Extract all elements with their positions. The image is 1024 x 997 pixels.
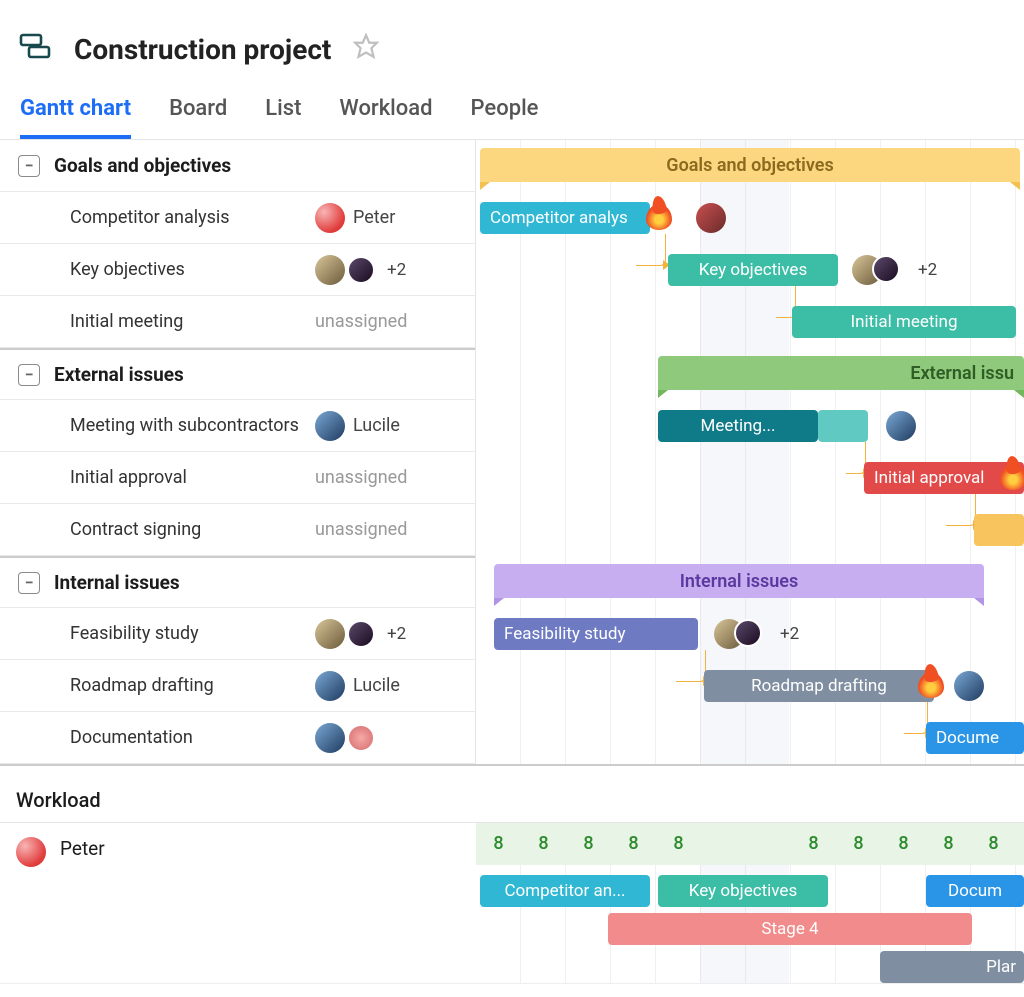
workload-row: Peter 8 8 8 8 8 8 8 8 8 8 Competitor an.… (0, 823, 1024, 984)
star-icon[interactable] (353, 33, 379, 65)
avatar (734, 619, 762, 647)
avatar (315, 411, 345, 441)
task-name: Initial approval (0, 467, 315, 488)
assignee[interactable] (315, 723, 475, 753)
workload-bar[interactable]: Key objectives (658, 875, 828, 907)
assignee[interactable]: Lucile (315, 411, 475, 441)
avatar (16, 837, 46, 867)
tab-workload[interactable]: Workload (339, 96, 432, 139)
collapse-icon[interactable]: − (18, 572, 40, 594)
tab-list[interactable]: List (265, 96, 301, 139)
project-title: Construction project (74, 33, 331, 66)
workload-bar[interactable]: Docum (926, 875, 1024, 907)
task-row[interactable]: Competitor analysis Peter (0, 192, 475, 244)
view-tabs: Gantt chart Board List Workload People (0, 78, 1024, 140)
workload-bar[interactable]: Plar (880, 951, 1024, 983)
tab-people[interactable]: People (471, 96, 539, 139)
group-external[interactable]: − External issues (0, 348, 475, 400)
assignee[interactable]: Lucile (315, 671, 475, 701)
avatar (315, 619, 345, 649)
fire-icon (646, 204, 672, 230)
collapse-icon[interactable]: − (18, 364, 40, 386)
task-row[interactable]: Initial meeting unassigned (0, 296, 475, 348)
group-bar-internal[interactable]: Internal issues (494, 564, 984, 598)
avatar (696, 203, 726, 233)
avatar (347, 620, 375, 648)
avatar (315, 203, 345, 233)
group-bar-external[interactable]: External issu (658, 356, 1024, 390)
workload-bar[interactable]: Stage 4 (608, 913, 972, 945)
more-count: +2 (387, 624, 406, 644)
task-name: Meeting with subcontractors (0, 415, 315, 436)
group-goals[interactable]: − Goals and objectives (0, 140, 475, 192)
task-name: Documentation (0, 727, 315, 748)
task-row[interactable]: Contract signing unassigned (0, 504, 475, 556)
group-label: External issues (54, 363, 475, 386)
task-name: Initial meeting (0, 311, 315, 332)
collapse-icon[interactable]: − (18, 155, 40, 177)
task-row[interactable]: Initial approval unassigned (0, 452, 475, 504)
more-count: +2 (780, 624, 799, 644)
task-name: Contract signing (0, 519, 315, 540)
task-bar[interactable]: Meeting... (658, 410, 818, 442)
task-bar[interactable]: Roadmap drafting (704, 670, 934, 702)
fire-icon (1000, 464, 1024, 490)
task-row[interactable]: Roadmap drafting Lucile (0, 660, 475, 712)
group-internal[interactable]: − Internal issues (0, 556, 475, 608)
workload-title: Workload (0, 764, 1024, 823)
tab-gantt[interactable]: Gantt chart (20, 96, 131, 139)
assignee[interactable]: +2 (315, 619, 475, 649)
task-bar[interactable]: Competitor analys (480, 202, 650, 234)
task-bar[interactable]: Key objectives (668, 254, 838, 286)
task-row[interactable]: Meeting with subcontractors Lucile (0, 400, 475, 452)
task-name: Competitor analysis (0, 207, 315, 228)
task-bar[interactable] (974, 514, 1024, 546)
workload-bar[interactable]: Competitor an... (480, 875, 650, 907)
task-bar[interactable]: Docume (926, 722, 1024, 754)
assignee[interactable]: unassigned (315, 467, 475, 488)
assignee[interactable]: unassigned (315, 311, 475, 332)
avatar (315, 671, 345, 701)
avatar (315, 723, 345, 753)
more-count: +2 (387, 260, 406, 280)
task-row[interactable]: Key objectives +2 (0, 244, 475, 296)
group-bar-goals[interactable]: Goals and objectives (480, 148, 1020, 182)
task-row[interactable]: Feasibility study +2 (0, 608, 475, 660)
gantt-timeline[interactable]: Goals and objectives Competitor analys K… (476, 140, 1024, 764)
task-row[interactable]: Documentation (0, 712, 475, 764)
task-name: Roadmap drafting (0, 675, 315, 696)
task-bar[interactable]: Initial meeting (792, 306, 1016, 338)
avatar (872, 255, 900, 283)
workload-person: Peter (60, 837, 105, 860)
hours-row: 8 8 8 8 8 8 8 8 8 8 (476, 823, 1024, 865)
task-bar[interactable]: Feasibility study (494, 618, 698, 650)
more-count: +2 (918, 260, 937, 280)
task-list: − Goals and objectives Competitor analys… (0, 140, 476, 764)
avatar (954, 671, 984, 701)
workload-timeline[interactable]: 8 8 8 8 8 8 8 8 8 8 Competitor an... Key… (476, 823, 1024, 983)
group-label: Internal issues (54, 571, 475, 594)
fire-icon (918, 672, 944, 698)
group-label: Goals and objectives (54, 154, 475, 177)
avatar (315, 255, 345, 285)
assignee[interactable]: +2 (315, 255, 475, 285)
avatar (347, 256, 375, 284)
tab-board[interactable]: Board (169, 96, 227, 139)
task-name: Key objectives (0, 259, 315, 280)
project-icon (18, 30, 52, 68)
task-bar-progress[interactable] (818, 410, 868, 442)
assignee[interactable]: unassigned (315, 519, 475, 540)
avatar (347, 724, 375, 752)
assignee[interactable]: Peter (315, 203, 475, 233)
avatar (886, 411, 916, 441)
task-name: Feasibility study (0, 623, 315, 644)
